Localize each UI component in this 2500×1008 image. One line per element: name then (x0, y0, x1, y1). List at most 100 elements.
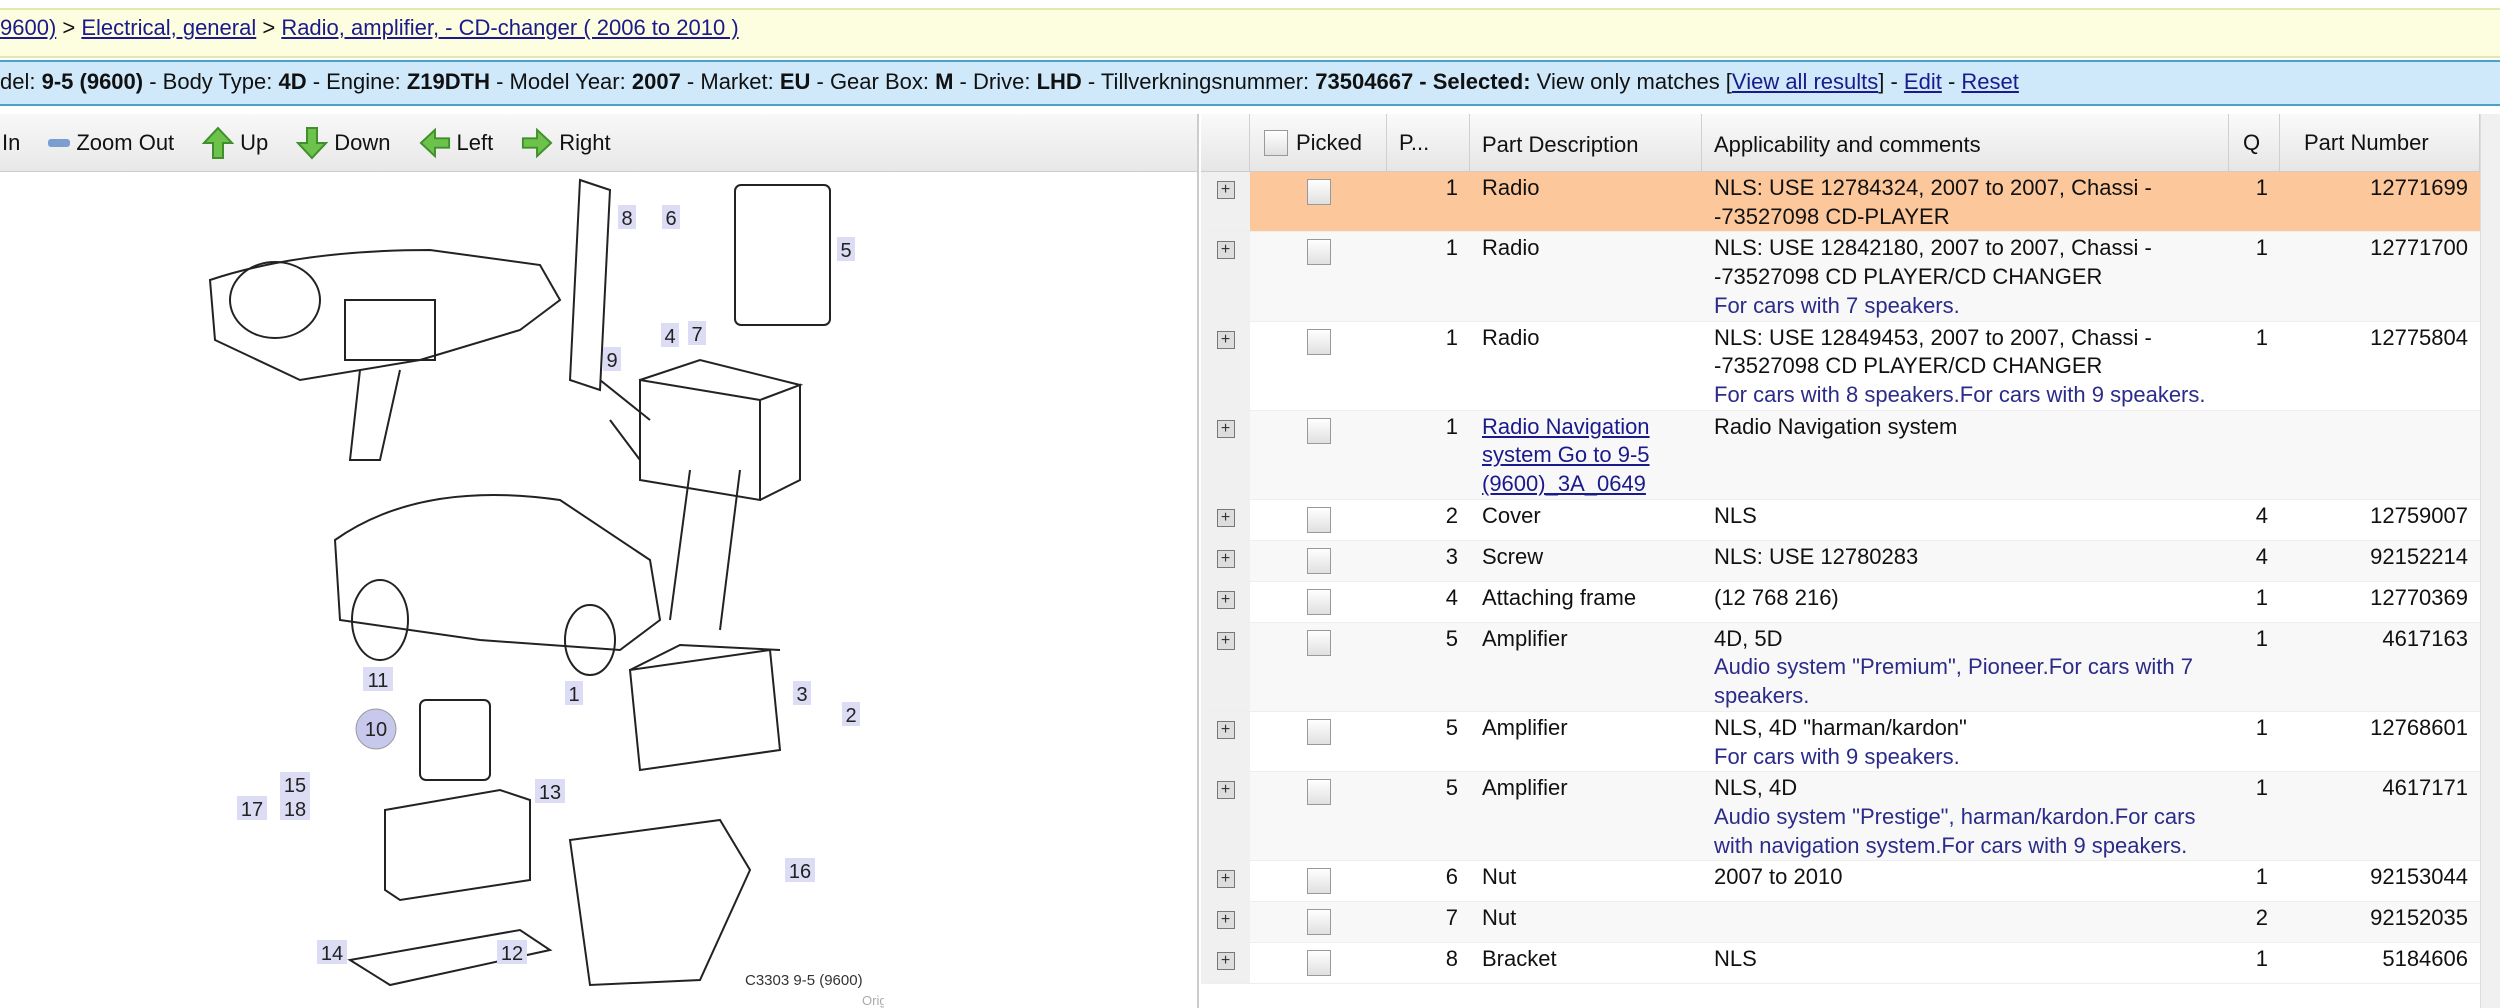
table-row[interactable]: + 1 Radio NLS: USE 12849453, 2007 to 200… (1201, 321, 2500, 411)
applicability-text: NLS: USE 12849453, 2007 to 2007, Chassi … (1714, 324, 2152, 379)
parts-diagram[interactable]: 8 654 791 321110151817131614 12 C3303 9-5 (9… (204, 174, 884, 1008)
left-button[interactable]: Left (419, 126, 493, 160)
edit-link[interactable]: Edit (1904, 69, 1942, 94)
zoom-in-button[interactable]: In (2, 130, 20, 156)
picked-checkbox[interactable] (1306, 718, 1331, 745)
info-label: - Drive: (953, 69, 1037, 94)
picked-checkbox[interactable] (1306, 868, 1331, 895)
table-row[interactable]: + 6 Nut 2007 to 2010 1 92153044 (1201, 861, 2500, 903)
expand-icon[interactable]: + (1216, 241, 1235, 260)
expand-icon[interactable]: + (1216, 590, 1235, 609)
callout-3[interactable]: 3 (793, 681, 811, 706)
picked-checkbox[interactable] (1306, 506, 1331, 533)
callout-17[interactable]: 17 (237, 796, 267, 821)
callout-15[interactable]: 15 (280, 772, 310, 797)
table-row[interactable]: + 1 Radio Navigation system Go to 9-5 (9… (1201, 410, 2500, 500)
header-picked-label: Picked (1296, 129, 1363, 155)
picked-checkbox[interactable] (1306, 950, 1331, 977)
expand-icon[interactable]: + (1216, 781, 1235, 800)
picked-checkbox[interactable] (1306, 588, 1331, 615)
arrow-right-icon (522, 127, 553, 158)
table-scrollbar[interactable] (2480, 114, 2500, 1008)
callout-18[interactable]: 18 (280, 796, 310, 821)
header-part-number[interactable]: Part Number (2280, 114, 2480, 171)
header-qty[interactable]: Q (2229, 114, 2280, 171)
header-picked[interactable]: Picked (1250, 114, 1387, 171)
picked-checkbox[interactable] (1306, 417, 1331, 444)
table-row[interactable]: + 4 Attaching frame (12 768 216) 1 12770… (1201, 581, 2500, 623)
callout-12[interactable]: 12 (497, 940, 527, 965)
right-button[interactable]: Right (521, 126, 611, 160)
breadcrumb: 9600) > Electrical, general > Radio, amp… (0, 8, 2500, 58)
view-all-results-link[interactable]: View all results (1732, 69, 1878, 94)
picked-checkbox[interactable] (1306, 909, 1331, 936)
table-row[interactable]: + 5 Amplifier NLS, 4D Audio system "Prest… (1201, 772, 2500, 862)
expand-icon[interactable]: + (1216, 870, 1235, 889)
table-row[interactable]: + 5 Amplifier 4D, 5D Audio system "Premiu… (1201, 622, 2500, 712)
up-button[interactable]: Up (202, 126, 268, 160)
callout-label: 3 (796, 684, 807, 706)
expand-icon[interactable]: + (1216, 549, 1235, 568)
picked-checkbox[interactable] (1306, 328, 1331, 355)
expand-icon[interactable]: + (1216, 952, 1235, 971)
expand-icon[interactable]: + (1216, 720, 1235, 739)
part-number-cell: 92153044 (2370, 864, 2468, 890)
diagram-drawing (208, 178, 831, 987)
select-all-checkbox[interactable] (1264, 129, 1288, 156)
applicability-cell: 2007 to 2010 (1702, 861, 2229, 901)
expand-icon[interactable]: + (1216, 631, 1235, 650)
breadcrumb-electrical[interactable]: Electrical, general (81, 15, 256, 40)
table-row[interactable]: + 5 Amplifier NLS, 4D "harman/kardon" For… (1201, 711, 2500, 773)
description-link[interactable]: Radio Navigation system Go to 9-5 (9600)… (1482, 414, 1650, 496)
header-description[interactable]: Part Description (1470, 114, 1702, 171)
picked-checkbox[interactable] (1306, 239, 1331, 266)
qty-cell: 1 (2255, 625, 2268, 651)
header-applicability[interactable]: Applicability and comments (1702, 114, 2229, 171)
pos-cell: 1 (1445, 175, 1458, 200)
table-row[interactable]: + 1 Radio NLS: USE 12784324, 2007 to 200… (1201, 172, 2500, 233)
table-row[interactable]: + 1 Radio NLS: USE 12842180, 2007 to 200… (1201, 232, 2500, 322)
expand-icon[interactable]: + (1216, 419, 1235, 438)
callout-5[interactable]: 5 (837, 237, 855, 262)
qty-cell: 1 (2255, 324, 2268, 350)
qty-cell (2229, 411, 2280, 499)
expand-icon[interactable]: + (1216, 181, 1235, 199)
picked-checkbox[interactable] (1306, 629, 1331, 656)
callout-13[interactable]: 13 (535, 779, 565, 804)
breadcrumb-radio[interactable]: Radio, amplifier, - CD-changer ( 2006 to… (281, 15, 738, 40)
part-number-cell: 12771699 (2370, 175, 2468, 200)
callout-1[interactable]: 1 (565, 681, 583, 706)
reset-link[interactable]: Reset (1961, 69, 2018, 94)
callout-10[interactable]: 10 (355, 708, 397, 750)
expand-icon[interactable]: + (1216, 508, 1235, 527)
expand-cell: + (1201, 772, 1250, 861)
pos-cell: 3 (1445, 543, 1458, 569)
table-row[interactable]: + 2 Cover NLS 4 12759007 (1201, 499, 2500, 541)
callout-4[interactable]: 4 (661, 323, 679, 348)
expand-icon[interactable]: + (1216, 911, 1235, 930)
qty-cell: 1 (2255, 714, 2268, 740)
picked-checkbox[interactable] (1306, 547, 1331, 574)
callout-11[interactable]: 11 (363, 667, 393, 692)
callout-8[interactable]: 8 (618, 205, 636, 230)
callout-label: 2 (845, 705, 856, 727)
picked-checkbox[interactable] (1306, 779, 1331, 806)
down-button[interactable]: Down (296, 126, 391, 160)
table-row[interactable]: + 7 Nut 2 92152035 (1201, 902, 2500, 944)
applicability-text: 4D, 5D (1714, 625, 1783, 651)
callout-7[interactable]: 7 (688, 321, 706, 346)
zoom-out-button[interactable]: Zoom Out (48, 130, 174, 156)
callout-14[interactable]: 14 (317, 940, 347, 965)
callout-2[interactable]: 2 (842, 702, 860, 727)
header-pos[interactable]: P... (1387, 114, 1470, 171)
callout-16[interactable]: 16 (785, 858, 815, 883)
callout-9[interactable]: 9 (603, 347, 621, 372)
expand-icon[interactable]: + (1216, 330, 1235, 349)
part-number-cell: 4617163 (2382, 625, 2468, 651)
table-row[interactable]: + 3 Screw NLS: USE 12780283 4 92152214 (1201, 540, 2500, 582)
picked-checkbox[interactable] (1306, 179, 1331, 205)
down-label: Down (334, 129, 391, 155)
callout-6[interactable]: 6 (662, 205, 680, 230)
breadcrumb-model[interactable]: 9600) (0, 15, 56, 40)
table-row[interactable]: + 8 Bracket NLS 1 5184606 (1201, 943, 2500, 985)
